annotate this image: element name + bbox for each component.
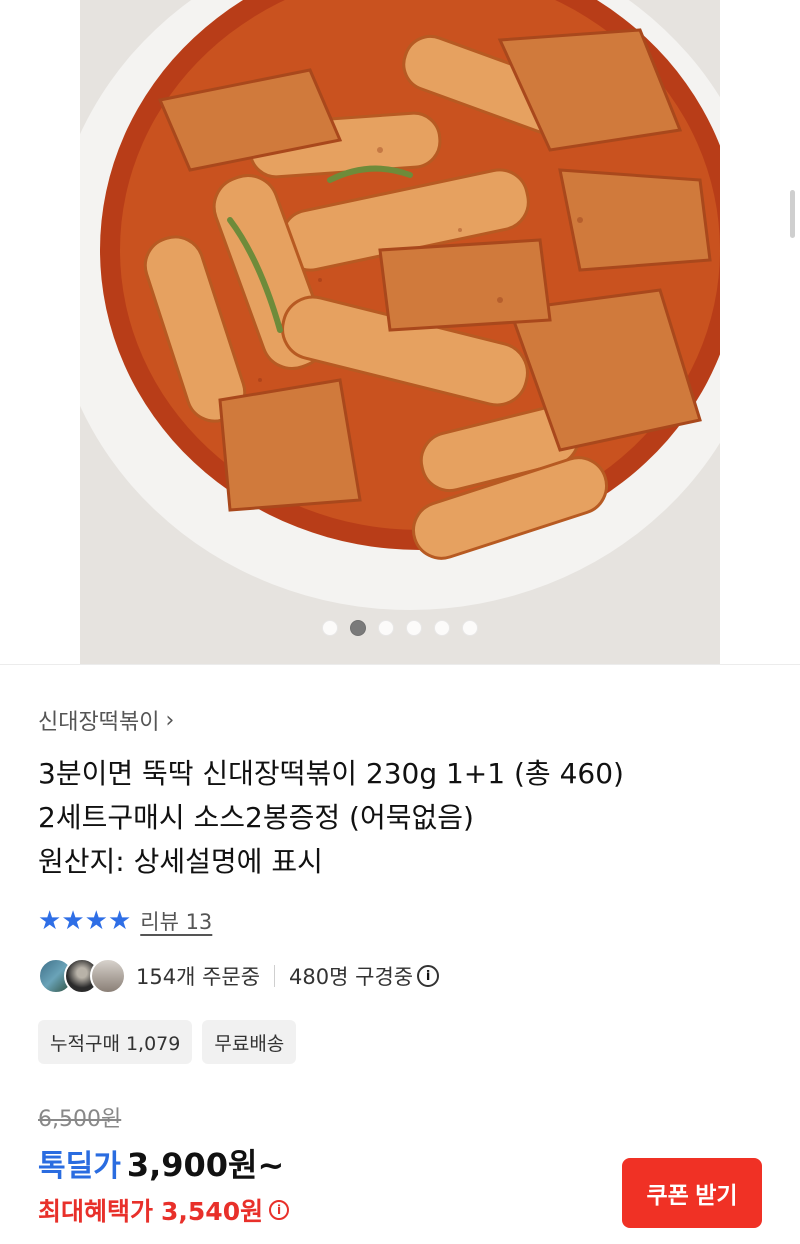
info-icon[interactable]: i	[417, 965, 440, 987]
product-info: 신대장떡볶이 › 3분이면 뚝딱 신대장떡볶이 230g 1+1 (총 460)…	[38, 700, 768, 1064]
divider	[0, 664, 800, 665]
category-label: 신대장떡볶이	[38, 710, 160, 735]
star-icon: ★	[107, 906, 131, 936]
pagination-dot[interactable]	[350, 620, 366, 636]
pagination-dot[interactable]	[434, 620, 450, 636]
scrollbar[interactable]	[790, 190, 795, 238]
star-icon: ★	[61, 906, 84, 936]
pagination-dot[interactable]	[378, 620, 394, 636]
sale-price: 3,900원~	[126, 1146, 285, 1184]
chevron-right-icon: ›	[165, 707, 175, 733]
rating-stars: ★ ★ ★ ★	[38, 906, 131, 936]
avatar	[90, 958, 126, 994]
product-image-gallery[interactable]	[0, 0, 800, 664]
social-proof-row: 154개 주문중 480명 구경중 i	[38, 956, 768, 996]
ordering-count: 154개 주문중	[136, 965, 261, 989]
gallery-pagination	[0, 620, 800, 636]
sale-label: 톡딜가	[38, 1149, 121, 1184]
tteokbokki-photo	[80, 0, 720, 664]
pagination-dot[interactable]	[462, 620, 478, 636]
product-photo[interactable]	[80, 0, 720, 664]
pagination-dot[interactable]	[406, 620, 422, 636]
divider	[274, 965, 276, 987]
sale-price-row: 톡딜가 3,900원~	[38, 1140, 538, 1184]
category-link[interactable]: 신대장떡볶이 ›	[38, 700, 768, 740]
rating-row: ★ ★ ★ ★ 리뷰 13	[38, 904, 768, 938]
cumulative-purchase-badge: 누적구매 1,079	[38, 1020, 193, 1064]
coupon-button[interactable]: 쿠폰 받기	[622, 1158, 762, 1228]
star-icon: ★	[38, 906, 61, 936]
title-line: 원산지: 상세설명에 표시	[38, 845, 323, 878]
product-title: 3분이면 뚝딱 신대장떡볶이 230g 1+1 (총 460) 2세트구매시 소…	[38, 752, 768, 884]
pagination-dot[interactable]	[322, 620, 338, 636]
original-price: 6,500원	[38, 1107, 122, 1132]
info-icon[interactable]: i	[269, 1200, 290, 1220]
max-benefit-row: 최대혜택가 3,540원 i	[38, 1192, 538, 1228]
badges: 누적구매 1,079 무료배송	[38, 1020, 768, 1064]
title-line: 2세트구매시 소스2봉증정 (어묵없음)	[38, 801, 474, 834]
star-icon: ★	[84, 906, 108, 936]
max-benefit-price: 3,540원	[161, 1197, 264, 1226]
max-benefit-label: 최대혜택가	[38, 1197, 154, 1226]
buyer-avatars	[38, 958, 126, 994]
review-link[interactable]: 리뷰 13	[140, 906, 212, 936]
title-line: 3분이면 뚝딱 신대장떡볶이 230g 1+1 (총 460)	[38, 757, 624, 790]
viewing-count: 480명 구경중	[289, 965, 414, 989]
price-block: 6,500원 톡딜가 3,900원~ 최대혜택가 3,540원 i	[38, 1100, 538, 1228]
free-shipping-badge: 무료배송	[202, 1020, 297, 1064]
